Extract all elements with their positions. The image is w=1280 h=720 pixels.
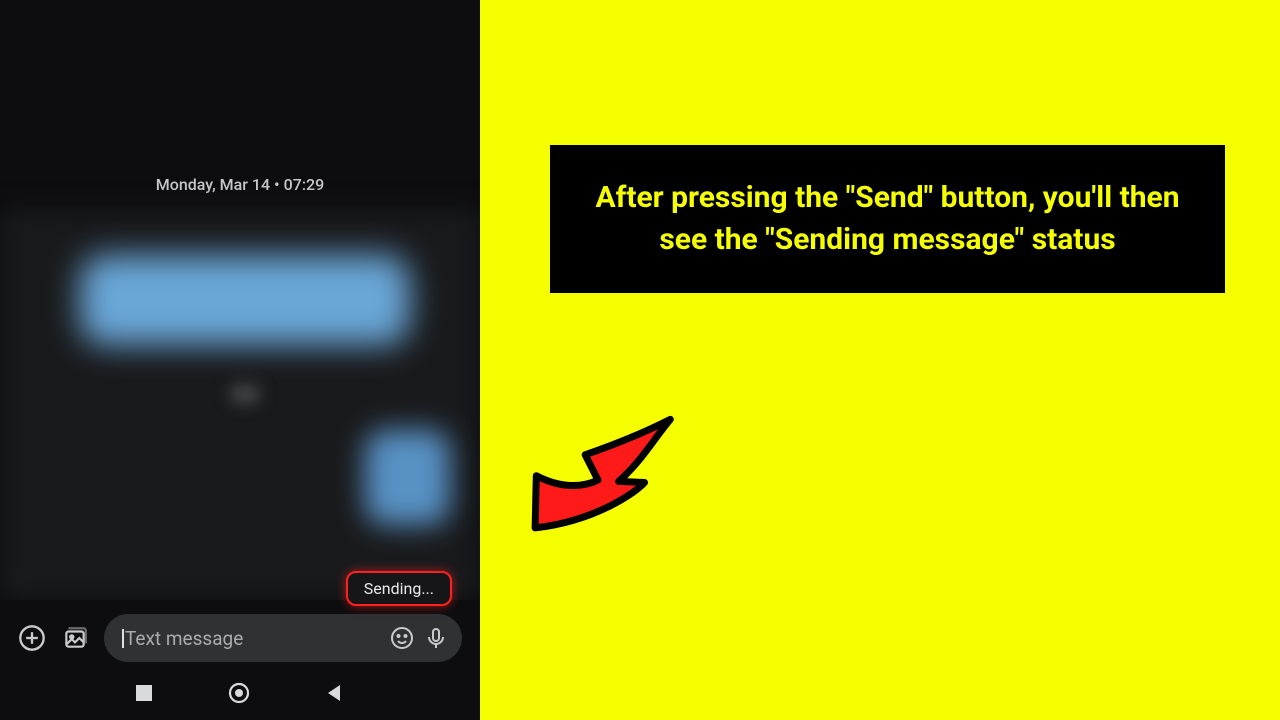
sending-status-badge: Sending... [346, 571, 452, 606]
arrow-annotation-icon [498, 380, 698, 580]
instruction-caption: After pressing the "Send" button, you'll… [550, 145, 1225, 293]
recent-apps-button[interactable] [135, 684, 153, 702]
conversation-datestamp: Monday, Mar 14 • 07:29 [0, 175, 480, 194]
add-icon[interactable] [18, 624, 46, 652]
annotation-panel: After pressing the "Send" button, you'll… [480, 0, 1280, 720]
message-input-placeholder: Text message [122, 627, 380, 650]
blurred-element [230, 385, 260, 403]
back-button[interactable] [325, 683, 345, 703]
message-input-bar: Text message [0, 600, 480, 672]
text-cursor [122, 629, 124, 648]
android-nav-bar [0, 672, 480, 720]
mic-icon[interactable] [424, 626, 448, 650]
blurred-message-bubble [365, 430, 450, 525]
message-input-field[interactable]: Text message [104, 614, 462, 662]
blurred-message-bubble [80, 255, 410, 345]
conversation-area: Monday, Mar 14 • 07:29 [0, 0, 480, 600]
home-button[interactable] [228, 682, 250, 704]
gallery-icon[interactable] [62, 625, 88, 651]
phone-screenshot: Monday, Mar 14 • 07:29 Sending... [0, 0, 480, 720]
emoji-icon[interactable] [390, 626, 414, 650]
